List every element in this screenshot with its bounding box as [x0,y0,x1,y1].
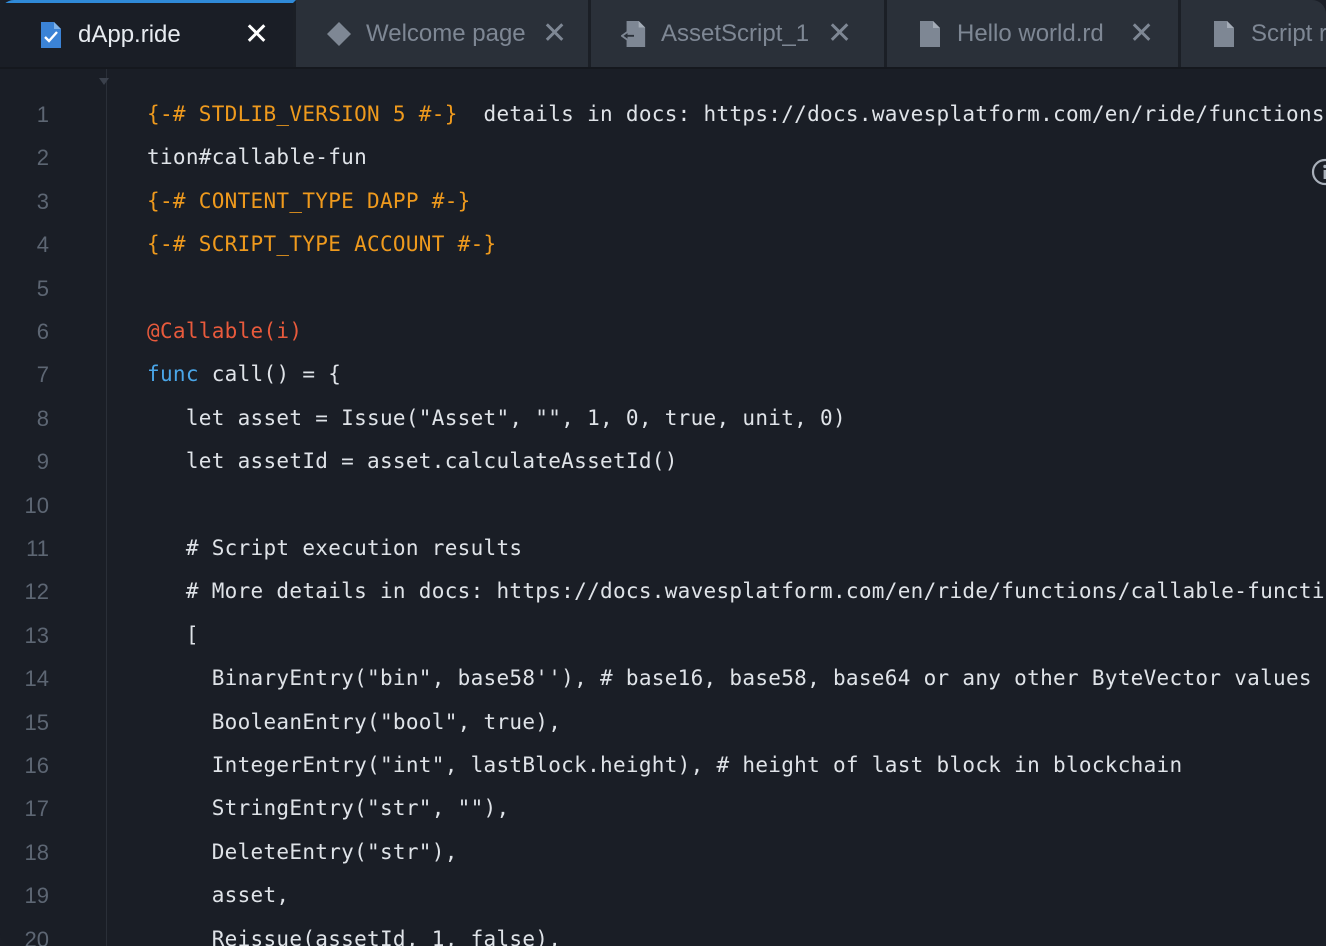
code-token: {-# CONTENT_TYPE DAPP #-} [147,188,471,213]
tab-asset-script[interactable]: AssetScript_1 ✕ [591,0,887,67]
code-token: [ [147,622,199,647]
code-token: BooleanEntry("bool", true), [147,709,562,734]
tab-dapp-ride[interactable]: dApp.ride ✕ [0,0,296,67]
code-line[interactable]: asset, [147,883,289,907]
code-line[interactable]: Reissue(assetId, 1, false), [147,927,561,946]
tab-label: Welcome page [366,19,526,47]
tab-label: Hello world.rd [957,19,1104,47]
tab-script[interactable]: Script r [1181,0,1326,67]
code-line[interactable]: # Script execution results [147,536,522,560]
line-number: 1 [36,102,49,127]
code-editor[interactable]: 1 2 3 4 5 6 7 8 9 10 11 12 13 14 15 16 17 18 19 20 {-# STDL… [0,69,1326,946]
code-token: StringEntry("str", ""), [147,796,510,821]
line-number-gutter: 1 2 3 4 5 6 7 8 9 10 11 12 13 14 15 16 17 18 19 20 [0,69,109,946]
line-number: 15 [24,709,49,735]
code-token: IntegerEntry("int", lastBlock.height), #… [147,753,1183,777]
code-line[interactable]: tion#callable-fun [147,145,367,169]
line-number: 2 [36,145,49,171]
line-number: 19 [24,883,49,909]
line-number: 11 [26,536,49,561]
ride-file-icon [38,21,64,49]
code-line[interactable]: IntegerEntry("int", lastBlock.height), #… [147,753,1182,777]
code-line[interactable]: # More details in docs: https://docs.wav… [147,579,1326,603]
code-line[interactable]: {-# CONTENT_TYPE DAPP #-} [147,189,471,213]
code-token: # More details in docs: https://docs.wav… [147,579,1326,604]
tab-label: AssetScript_1 [661,19,810,47]
code-token: # Script execution results [147,536,523,560]
close-icon[interactable]: ✕ [827,18,852,49]
code-token: asset, [147,883,290,908]
asset-script-icon [621,20,647,48]
file-icon [917,20,943,48]
code-token: let asset = Issue("Asset", "", 1, 0, tru… [147,405,846,430]
code-token: tion#callable-fun [147,145,368,170]
close-icon[interactable]: ✕ [244,20,269,50]
line-number: 16 [24,753,49,778]
code-line[interactable]: [ [147,623,199,647]
code-line[interactable]: let asset = Issue("Asset", "", 1, 0, tru… [147,406,846,430]
line-number: 6 [36,319,49,344]
code-token: func [147,362,199,387]
tab-label: dApp.ride [78,21,181,48]
diamond-icon [326,20,352,48]
code-line[interactable]: {-# STDLIB_VERSION 5 #-} details in docs… [147,102,1326,126]
line-number: 20 [24,926,49,946]
code-token: call() = { [198,362,342,387]
line-number: 7 [36,362,49,388]
code-line[interactable]: let assetId = asset.calculateAssetId() [147,449,678,473]
tab-bar: dApp.ride ✕ Welcome page ✕ AssetScript_1… [0,0,1326,69]
line-number: 3 [36,188,49,214]
line-number: 13 [24,622,49,648]
line-number: 10 [24,492,49,518]
file-icon [1211,20,1237,48]
ide-window: dApp.ride ✕ Welcome page ✕ AssetScript_1… [0,0,1326,946]
line-number: 9 [36,449,49,475]
info-icon[interactable] [1310,157,1326,187]
code-token: Reissue(assetId, 1, false), [147,926,562,946]
code-line[interactable]: func call() = { [147,362,341,386]
code-token: {-# SCRIPT_TYPE ACCOUNT #-} [147,232,497,257]
code-token: {-# STDLIB_VERSION 5 #-} [147,102,458,126]
code-token: let assetId = asset.calculateAssetId() [147,449,678,474]
code-token: @Callable(i) [147,319,303,343]
code-line[interactable]: {-# SCRIPT_TYPE ACCOUNT #-} [147,232,496,256]
line-number: 4 [36,232,49,258]
tab-welcome-page[interactable]: Welcome page ✕ [296,0,591,67]
code-token: DeleteEntry("str"), [147,839,458,864]
code-token: BinaryEntry("bin", base58''), # base16, … [147,666,1312,691]
fold-arrow-icon[interactable] [99,78,109,85]
line-number: 12 [24,579,49,605]
line-number: 18 [24,839,49,865]
code-line[interactable]: StringEntry("str", ""), [147,796,509,820]
close-icon[interactable]: ✕ [1129,18,1154,49]
code-line[interactable]: BinaryEntry("bin", base58''), # base16, … [147,666,1312,690]
code-token: details in docs: https://docs.wavesplatf… [483,102,1326,126]
code-line[interactable]: DeleteEntry("str"), [147,840,458,864]
code-line[interactable]: @Callable(i) [147,319,302,343]
line-number: 8 [36,405,49,431]
line-number: 5 [36,275,49,301]
close-icon[interactable]: ✕ [542,18,567,49]
line-number: 17 [24,796,49,822]
line-number: 14 [24,666,49,692]
code-line[interactable]: BooleanEntry("bool", true), [147,710,561,734]
tab-label: Script r [1251,19,1326,47]
tab-hello-world[interactable]: Hello world.rd ✕ [887,0,1181,67]
